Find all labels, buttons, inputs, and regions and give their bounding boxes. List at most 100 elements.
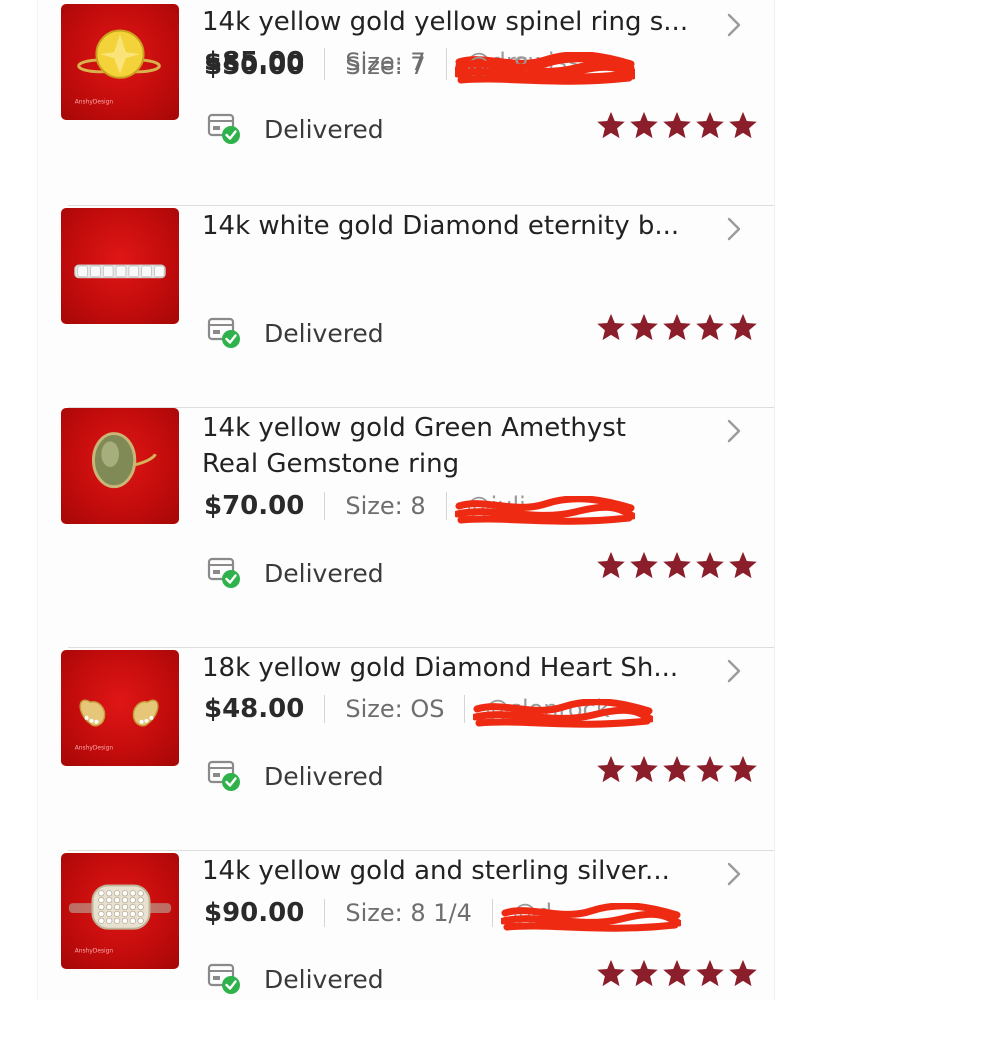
size: Size: 8 [345,492,426,520]
rating-stars [596,550,761,582]
order-meta: $90.00 Size: 8 1/4 @d [204,893,681,933]
star-icon [597,111,625,139]
star-icon [663,959,691,987]
yellow-gem-ring-icon: AnshyDesign [75,29,161,105]
delivery-status: Delivered [206,758,384,794]
size: Size: 7 [345,52,426,80]
product-thumbnail[interactable]: AnshyDesign [61,650,179,766]
delivery-status: Delivered [206,961,384,997]
status-label: Delivered [264,761,384,791]
star-icon [729,755,757,783]
delivery-status: Delivered [206,555,384,591]
seller-username-text: @slonrock [485,695,610,723]
chevron-right-icon[interactable] [724,859,744,889]
order-row[interactable]: AnshyDesign 18k yellow gold Diamond Hear… [38,648,774,851]
star-icon [729,551,757,579]
product-thumbnail[interactable] [61,208,179,324]
rating-stars [596,958,761,990]
status-label: Delivered [264,964,384,994]
order-row[interactable]: 14k yellow gold Green Amethyst Real Gems… [38,408,774,648]
star-icon [663,551,691,579]
size: Size: OS [345,695,445,723]
product-thumbnail[interactable]: AnshyDesign [61,853,179,969]
price: $90.00 [204,898,305,928]
rating-stars [596,312,761,344]
price: $48.00 [204,694,305,724]
chevron-right-icon[interactable] [724,416,744,446]
seller-username-text: @juli [466,492,526,520]
rating-stars [596,754,761,786]
star-icon [630,551,658,579]
seller-username-text: @...8 [466,52,529,80]
product-title[interactable]: 14k yellow gold Green Amethyst Real Gems… [202,410,672,482]
product-title[interactable]: 14k white gold Diamond eternity b... [202,208,702,244]
package-delivered-icon [207,557,240,588]
star-icon [630,755,658,783]
star-icon [696,755,724,783]
star-icon [597,959,625,987]
star-icon [630,959,658,987]
separator [491,899,493,927]
size: Size: 8 1/4 [345,899,472,927]
separator [324,492,326,520]
star-icon [696,313,724,341]
star-icon [663,111,691,139]
status-label: Delivered [264,558,384,588]
order-row[interactable]: 14k white gold Diamond eternity b... $50… [38,51,774,408]
status-label: Delivered [264,114,384,144]
order-row[interactable]: AnshyDesign 14k yellow gold and sterling… [38,851,774,1054]
star-icon [696,111,724,139]
seller-username-text: @d [512,899,553,927]
package-delivered-icon [207,113,240,144]
svg-text:AnshyDesign: AnshyDesign [75,99,114,105]
product-title[interactable]: 14k yellow gold and sterling silver... [202,853,702,889]
star-icon [630,313,658,341]
delivery-status: Delivered [206,315,384,351]
seller-username[interactable]: @...8 [454,52,635,85]
star-icon [597,551,625,579]
product-thumbnail[interactable] [61,408,179,524]
seller-username[interactable]: @d [500,899,681,932]
star-icon [696,551,724,579]
order-meta: $50.00 Size: 7 @...8 [204,46,635,86]
star-icon [663,313,691,341]
delivery-status: Delivered [206,111,384,147]
package-delivered-icon [207,317,240,348]
order-meta: $48.00 Size: OS @slonrock [204,689,654,729]
status-label: Delivered [264,318,384,348]
rating-stars [596,110,761,142]
price: $70.00 [204,491,305,521]
package-delivered-icon [207,963,240,994]
separator [324,695,326,723]
chevron-right-icon[interactable] [724,10,744,40]
svg-text:AnshyDesign: AnshyDesign [75,948,114,954]
star-icon [597,755,625,783]
product-title[interactable]: 18k yellow gold Diamond Heart Sh... [202,650,702,686]
product-thumbnail[interactable]: AnshyDesign [61,4,179,120]
separator [445,52,447,80]
orders-panel: AnshyDesign 14k yellow gold yellow spine… [38,0,775,1000]
svg-text:AnshyDesign: AnshyDesign [75,745,114,751]
seller-username[interactable]: @slonrock [473,695,654,728]
star-icon [729,313,757,341]
star-icon [597,313,625,341]
diamond-band-ring-icon [74,264,166,279]
heart-earrings-icon: AnshyDesign [75,699,159,751]
separator [464,695,466,723]
star-icon [696,959,724,987]
chevron-right-icon[interactable] [724,656,744,686]
separator [445,492,447,520]
chevron-right-icon[interactable] [724,214,744,244]
separator [324,899,326,927]
star-icon [729,111,757,139]
order-row[interactable]: AnshyDesign 14k yellow gold yellow spine… [38,2,774,206]
star-icon [663,755,691,783]
seller-username[interactable]: @juli [454,492,635,525]
green-gem-ring-icon [91,432,157,489]
separator [324,52,326,80]
star-icon [729,959,757,987]
star-icon [630,111,658,139]
product-title[interactable]: 14k yellow gold yellow spinel ring s... [202,4,702,40]
package-delivered-icon [207,760,240,791]
pave-diamond-ring-icon: AnshyDesign [68,884,172,954]
